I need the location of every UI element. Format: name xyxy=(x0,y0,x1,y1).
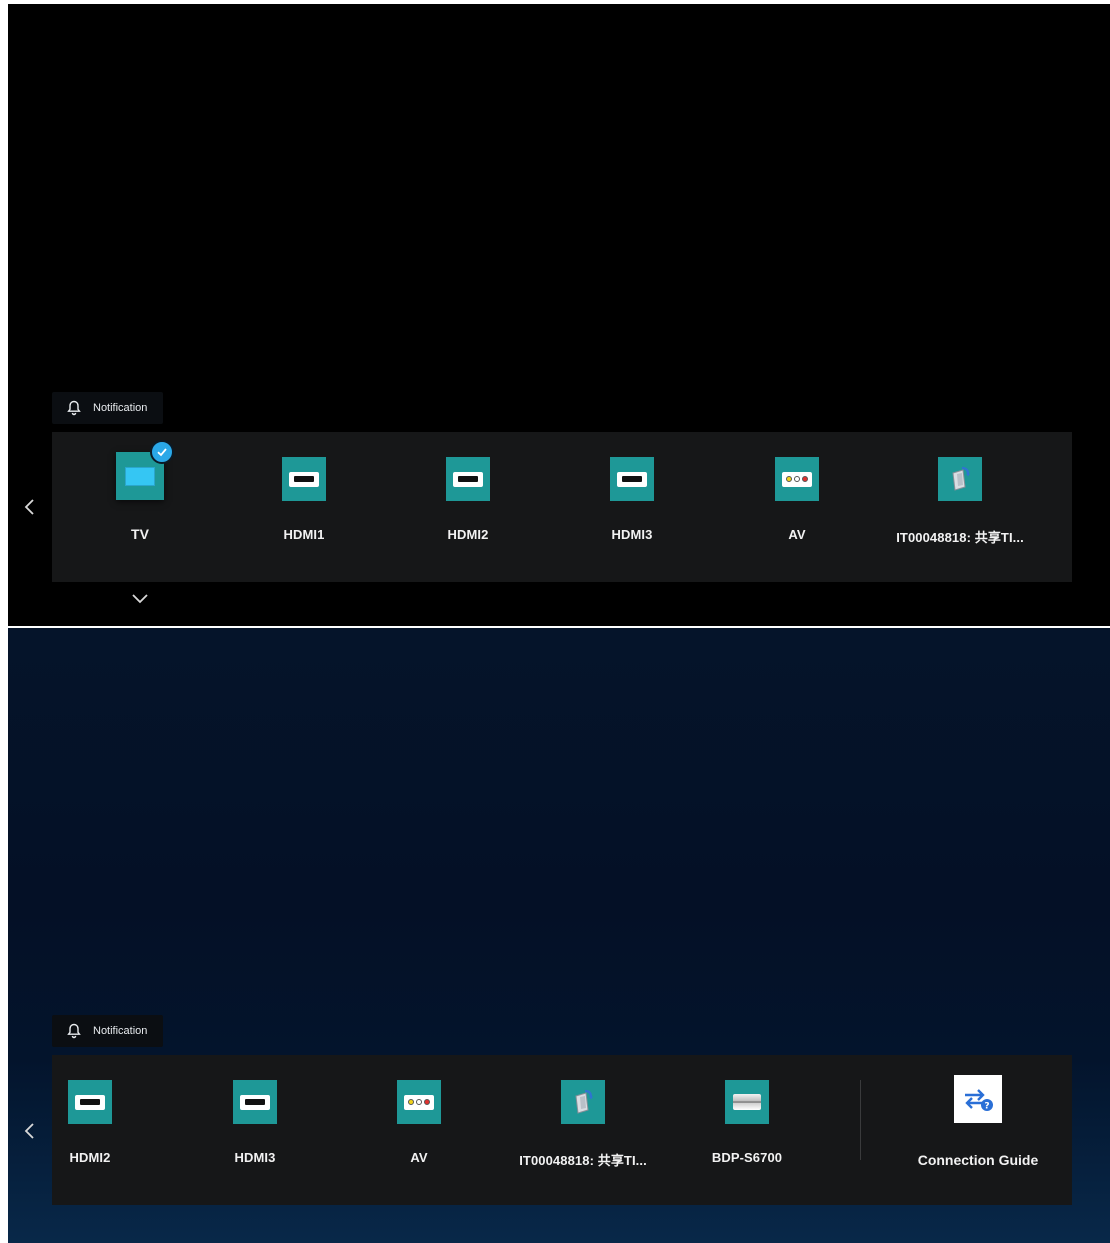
bell-icon xyxy=(67,1023,81,1039)
bluray-player-icon xyxy=(725,1080,769,1124)
check-icon xyxy=(150,440,174,464)
source-label: IT00048818: 共享TI... xyxy=(896,530,1024,545)
source-item-hdmi2[interactable]: HDMI2 xyxy=(10,1055,170,1205)
source-list-bar: TV HDMI1 HDMI2 HDMI3 AV IT00048818: 共享TI… xyxy=(52,432,1072,582)
tv-screen-bottom: Notification HDMI2 HDMI3 AV IT00048818: … xyxy=(8,628,1110,1243)
source-label: BDP-S6700 xyxy=(711,1150,783,1165)
source-item-av[interactable]: AV xyxy=(717,432,877,582)
source-label: IT00048818: 共享TI... xyxy=(519,1153,647,1168)
notification-label: Notification xyxy=(93,402,148,414)
source-item-av[interactable]: AV xyxy=(339,1055,499,1205)
source-label: HDMI1 xyxy=(283,527,325,542)
connection-guide-button[interactable]: ? Connection Guide xyxy=(890,1055,1066,1205)
connection-guide-icon: ? xyxy=(954,1075,1002,1123)
hdmi-port-icon xyxy=(68,1080,112,1124)
screen-share-icon xyxy=(938,457,982,501)
chevron-left-icon[interactable] xyxy=(22,498,38,516)
source-item-tv[interactable]: TV xyxy=(60,432,220,582)
notification-button[interactable]: Notification xyxy=(52,392,163,424)
av-port-icon xyxy=(775,457,819,501)
source-list-bar: HDMI2 HDMI3 AV IT00048818: 共享TI... BDP-S… xyxy=(52,1055,1072,1205)
source-label: AV xyxy=(788,527,806,542)
tv-icon xyxy=(116,440,174,500)
source-label: HDMI2 xyxy=(69,1150,111,1165)
connection-guide-label: Connection Guide xyxy=(917,1152,1039,1168)
av-port-icon xyxy=(397,1080,441,1124)
bell-icon xyxy=(67,400,81,416)
svg-text:?: ? xyxy=(984,1102,989,1112)
source-item-bdp-s6700[interactable]: BDP-S6700 xyxy=(667,1055,827,1205)
source-label: TV xyxy=(130,526,150,542)
hdmi-port-icon xyxy=(610,457,654,501)
hdmi-port-icon xyxy=(446,457,490,501)
chevron-down-icon[interactable] xyxy=(132,592,148,604)
source-label: AV xyxy=(410,1150,428,1165)
tv-screen-top: Notification TV HDMI1 HDMI2 HDMI3 AV IT0… xyxy=(8,4,1110,626)
source-item-screen-share[interactable]: IT00048818: 共享TI... xyxy=(503,1055,663,1205)
source-label: HDMI3 xyxy=(234,1150,276,1165)
source-item-hdmi1[interactable]: HDMI1 xyxy=(224,432,384,582)
source-label: HDMI2 xyxy=(447,527,489,542)
divider xyxy=(860,1080,861,1160)
notification-label: Notification xyxy=(93,1025,148,1037)
source-item-hdmi3[interactable]: HDMI3 xyxy=(175,1055,335,1205)
source-item-hdmi2[interactable]: HDMI2 xyxy=(388,432,548,582)
hdmi-port-icon xyxy=(233,1080,277,1124)
screen-share-icon xyxy=(561,1080,605,1124)
source-item-screen-share[interactable]: IT00048818: 共享TI... xyxy=(880,432,1040,582)
hdmi-port-icon xyxy=(282,457,326,501)
notification-button[interactable]: Notification xyxy=(52,1015,163,1047)
source-item-hdmi3[interactable]: HDMI3 xyxy=(552,432,712,582)
source-label: HDMI3 xyxy=(611,527,653,542)
